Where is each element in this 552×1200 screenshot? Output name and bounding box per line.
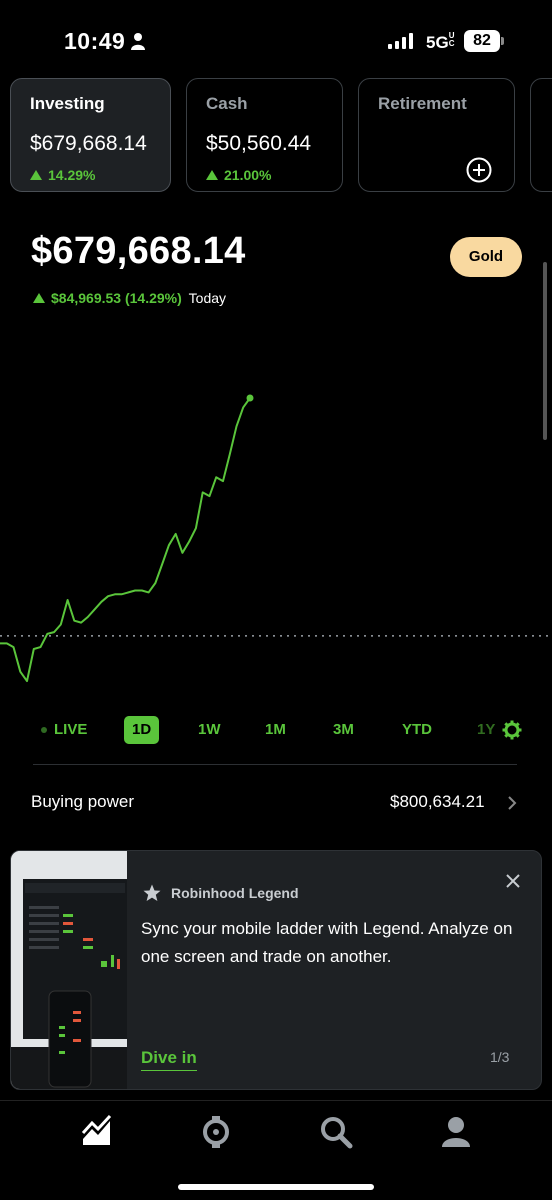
account-card-label: Cash (206, 94, 248, 113)
account-card-change: 14.29% (30, 167, 95, 183)
account-card-value: $50,560.44 (206, 132, 312, 155)
account-card-cash[interactable]: Cash $50,560.44 21.00% (186, 78, 343, 192)
promo-pager: 1/3 (490, 1049, 510, 1065)
account-icon[interactable] (439, 1115, 473, 1149)
dive-in-link[interactable]: Dive in (141, 1048, 197, 1071)
divider (33, 764, 517, 765)
account-card-value: $679,668.14 (30, 132, 147, 155)
search-icon[interactable] (319, 1115, 353, 1149)
promo-body: Sync your mobile ladder with Legend. Ana… (141, 919, 513, 966)
close-icon[interactable] (505, 873, 521, 889)
account-card-label: Investing (30, 94, 105, 113)
range-1m[interactable]: 1M (265, 716, 286, 744)
crypto-icon[interactable] (199, 1115, 233, 1149)
range-selector: LIVE 1D 1W 1M 3M YTD 1Y (0, 716, 552, 746)
person-icon (131, 33, 145, 50)
up-arrow-icon (206, 170, 218, 180)
account-card-next[interactable] (530, 78, 552, 192)
portfolio-chart[interactable] (0, 380, 552, 710)
portfolio-change-period: Today (188, 290, 227, 306)
buying-power-value: $800,634.21 (390, 792, 485, 811)
promo-image (11, 851, 127, 1089)
chart-icon[interactable] (80, 1115, 114, 1149)
star-icon (143, 884, 161, 901)
buying-power-label: Buying power (31, 792, 135, 811)
network-type: 5GUC (426, 31, 455, 53)
signal-icon (388, 33, 413, 49)
range-3m[interactable]: 3M (333, 716, 354, 744)
chart-current-point (246, 394, 254, 402)
account-cards: Investing $679,668.14 14.29% Cash $50,56… (10, 78, 552, 193)
status-time: 10:49 (64, 28, 126, 54)
gold-badge[interactable]: Gold (450, 237, 522, 277)
account-card-label: Retirement (378, 94, 467, 113)
portfolio-change: $84,969.53 (14.29%) Today (33, 290, 226, 306)
range-live[interactable]: LIVE (54, 716, 87, 744)
gear-icon[interactable] (502, 720, 522, 740)
range-ytd[interactable]: YTD (402, 716, 432, 744)
live-dot-icon (41, 727, 47, 733)
account-card-investing[interactable]: Investing $679,668.14 14.29% (10, 78, 171, 192)
portfolio-value: $679,668.14 (31, 230, 246, 272)
chart-series-line (0, 397, 251, 683)
battery-level: 82 (464, 30, 500, 52)
account-card-change: 21.00% (206, 167, 271, 183)
promo-tag: Robinhood Legend (171, 885, 299, 901)
home-indicator (178, 1184, 374, 1190)
promo-card[interactable]: Robinhood Legend Sync your mobile ladder… (10, 850, 542, 1090)
up-arrow-icon (30, 170, 42, 180)
up-arrow-icon (33, 293, 45, 303)
chevron-right-icon (508, 796, 517, 810)
account-card-retirement[interactable]: Retirement (358, 78, 515, 192)
status-bar: 10:49 5GUC 82 (0, 0, 552, 80)
battery-indicator: 82 (464, 30, 504, 52)
plus-circle-icon[interactable] (466, 157, 492, 183)
range-1y[interactable]: 1Y (477, 716, 495, 744)
range-1d[interactable]: 1D (124, 716, 160, 744)
portfolio-change-value: $84,969.53 (14.29%) (51, 290, 182, 306)
buying-power-row[interactable]: Buying power $800,634.21 (0, 782, 552, 822)
range-1w[interactable]: 1W (198, 716, 221, 744)
